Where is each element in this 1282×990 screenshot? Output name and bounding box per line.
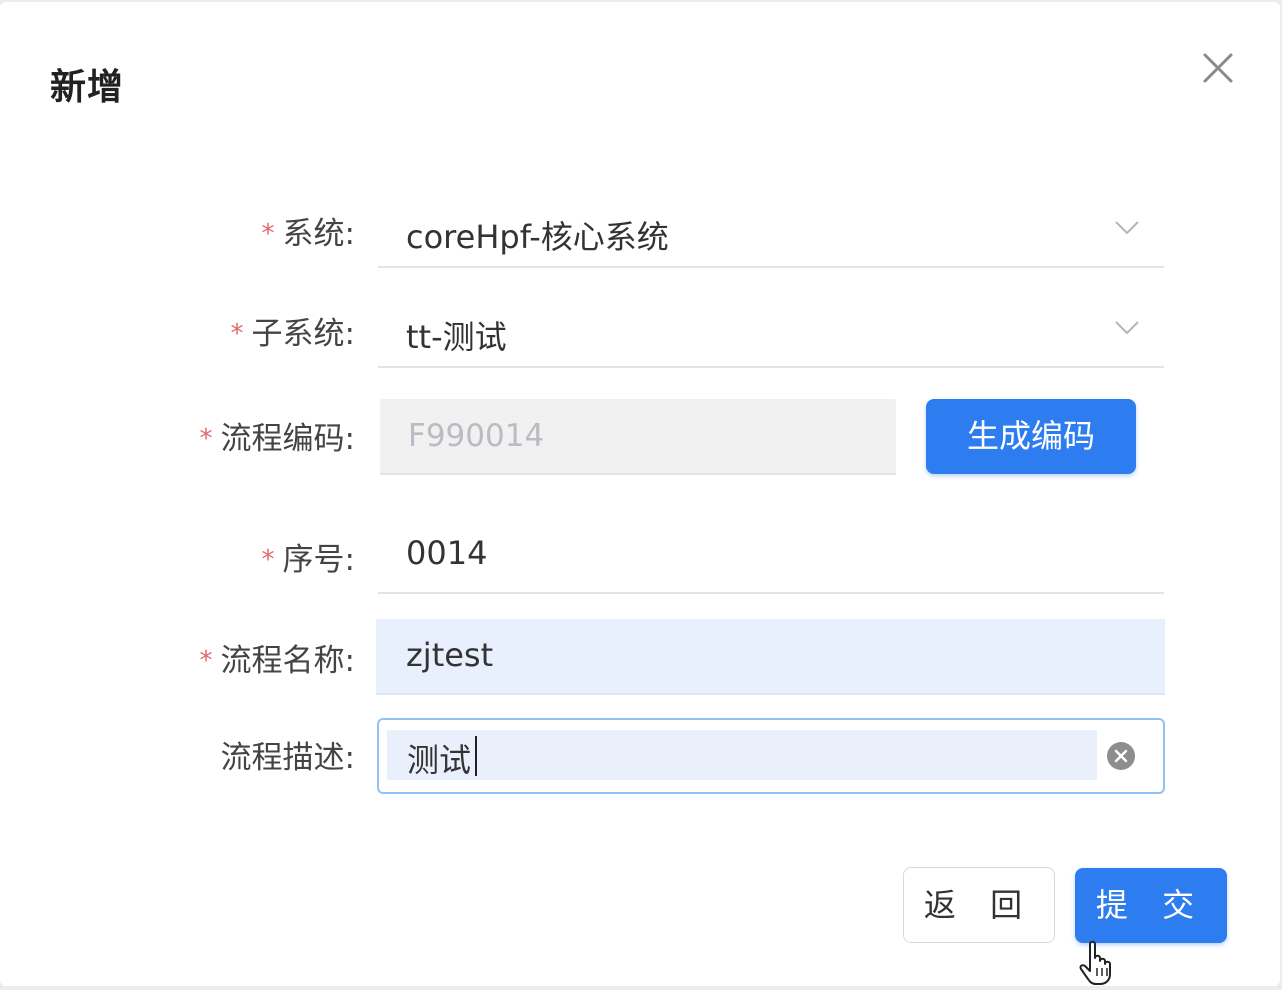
text-caret [475,736,477,776]
flow-name-input[interactable]: zjtest [376,619,1165,695]
text-selection-highlight [387,730,1097,780]
subsystem-select-value: tt-测试 [406,318,507,356]
subsystem-select[interactable]: tt-测试 [378,302,1164,368]
required-mark: * [199,646,213,676]
sequence-label: * 序号: [261,542,355,578]
dialog-title: 新增 [50,67,125,108]
required-mark: * [230,319,244,349]
flow-desc-label: 流程描述: [220,740,355,776]
generate-code-button[interactable]: 生成编码 [926,399,1136,474]
required-mark: * [261,219,275,249]
required-mark: * [199,424,213,454]
required-mark: * [261,545,275,575]
hand-pointer-icon [1078,940,1120,990]
back-button[interactable]: 返 回 [903,867,1055,943]
system-label: * 系统: [261,216,355,252]
flow-desc-value: 测试 [407,741,472,779]
flow-code-value: F990014 [408,418,545,454]
flow-name-label: * 流程名称: [199,643,355,679]
chevron-down-icon [1114,220,1140,240]
sequence-input[interactable]: 0014 [378,520,1164,594]
subsystem-label: * 子系统: [230,316,355,352]
flow-code-input[interactable]: F990014 [380,399,896,475]
flow-name-value: zjtest [406,636,494,674]
clear-circle-icon[interactable] [1107,742,1135,770]
flow-code-label: * 流程编码: [199,421,355,457]
close-icon[interactable] [1196,46,1240,90]
submit-button[interactable]: 提 交 [1075,868,1227,943]
chevron-down-icon [1114,320,1140,340]
sequence-value: 0014 [406,534,488,572]
add-dialog: 新增 * 系统: coreHpf-核心系统 * 子系统: tt-测试 * 流程编… [0,2,1280,986]
flow-desc-input[interactable]: 测试 [377,718,1165,794]
system-select-value: coreHpf-核心系统 [406,218,669,256]
system-select[interactable]: coreHpf-核心系统 [378,202,1164,268]
